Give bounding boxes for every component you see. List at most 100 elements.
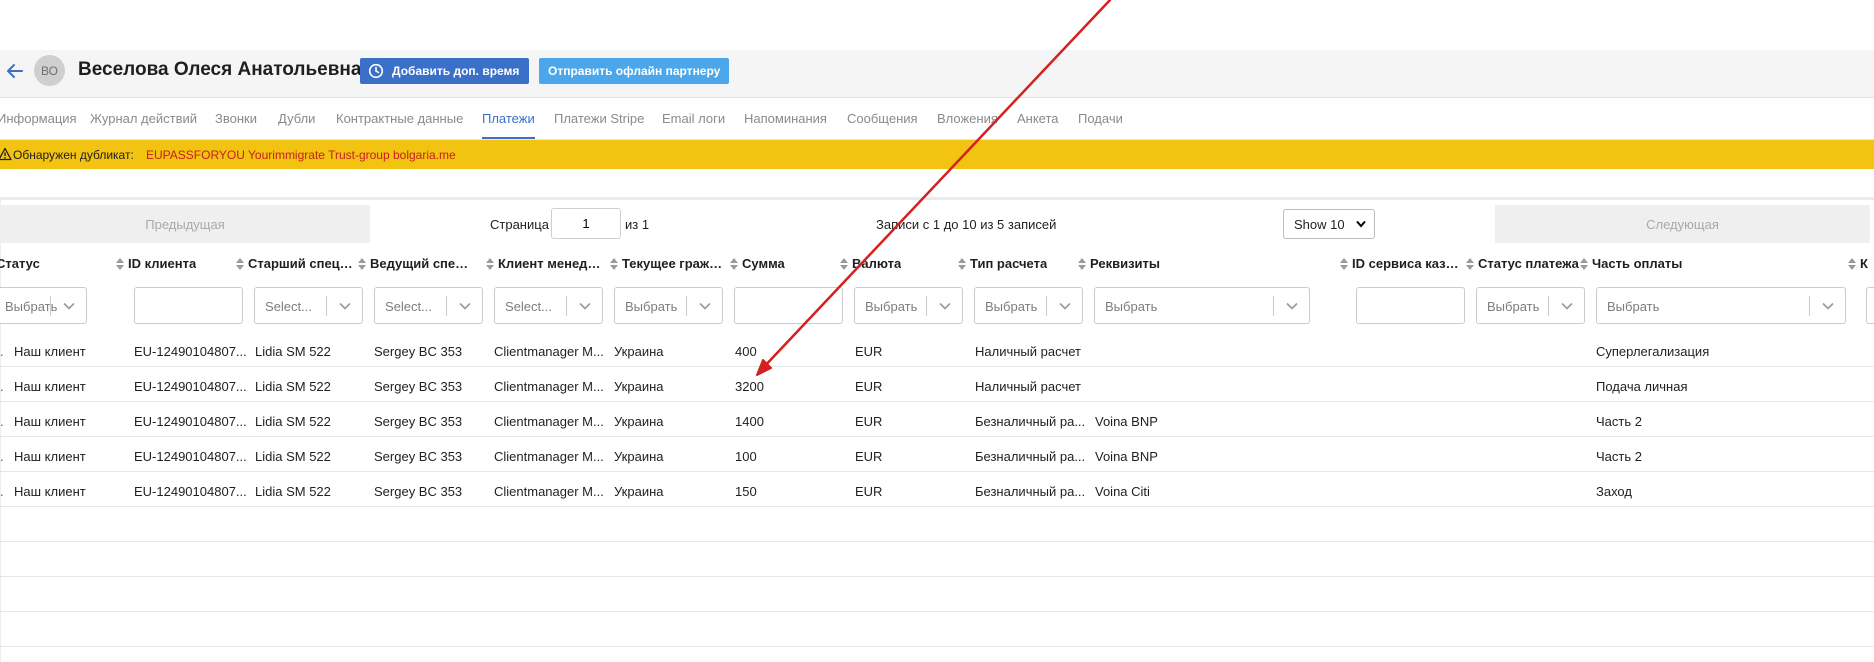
table-row[interactable]: . Наш клиент EU-12490104807... Lidia SM 522… xyxy=(0,367,1874,402)
column-header-amount[interactable]: Сумма xyxy=(730,256,838,271)
column-header-label: Ведущий специалист xyxy=(370,256,474,271)
filter-separator xyxy=(1273,296,1274,316)
filter-senior-specialist[interactable]: Select... xyxy=(254,287,363,324)
column-header-citizenship[interactable]: Текущее гражданство xyxy=(610,256,728,271)
column-header-currency[interactable]: Валюта xyxy=(840,256,958,271)
filter-amount[interactable] xyxy=(734,287,843,324)
sort-icon[interactable] xyxy=(840,257,848,270)
cell-amount: 3200 xyxy=(735,379,764,394)
cell-payment-type: Наличный расчет xyxy=(975,379,1081,394)
send-offline-button[interactable]: Отправить офлайн партнеру xyxy=(539,58,730,84)
column-header-payment-type[interactable]: Тип расчета xyxy=(958,256,1076,271)
table-row[interactable]: . Наш клиент EU-12490104807... Lidia SM 522… xyxy=(0,332,1874,367)
tab-questionnaire[interactable]: Анкета xyxy=(1017,111,1059,126)
previous-page-button[interactable]: Предыдущая xyxy=(0,205,370,243)
tab-attachments[interactable]: Вложения xyxy=(937,111,998,126)
filter-client-id[interactable] xyxy=(134,287,243,324)
filter-payment-part[interactable]: Выбрать xyxy=(1596,287,1846,324)
filter-placeholder: Выбрать xyxy=(865,299,918,314)
column-header-client-id[interactable]: ID клиента xyxy=(116,256,224,271)
tab-stripe-payments[interactable]: Платежи Stripe xyxy=(554,111,644,126)
filter-separator xyxy=(1046,296,1047,316)
cell-client-id: EU-12490104807... xyxy=(134,379,247,394)
duplicate-link[interactable]: EUPASSFORYOU Yourimmigrate Trust-group b… xyxy=(146,148,456,162)
add-time-button[interactable]: Добавить доп. время xyxy=(360,58,530,84)
chevron-down-icon[interactable] xyxy=(699,301,711,311)
sort-icon[interactable] xyxy=(116,257,124,270)
tab-payments[interactable]: Платежи xyxy=(482,111,535,126)
filter-client-manager[interactable]: Select... xyxy=(494,287,603,324)
cell-amount: 1400 xyxy=(735,414,764,429)
filter-status[interactable]: Выбрать xyxy=(0,287,87,324)
column-header-extra[interactable]: К xyxy=(1848,256,1874,271)
filter-citizenship[interactable]: Выбрать xyxy=(614,287,723,324)
chevron-down-icon[interactable] xyxy=(459,301,471,311)
sort-icon[interactable] xyxy=(610,257,618,270)
tab-messages[interactable]: Сообщения xyxy=(847,111,918,126)
filter-payment-type[interactable]: Выбрать xyxy=(974,287,1083,324)
cell-manager: Clientmanager M... xyxy=(494,379,604,394)
filter-currency[interactable]: Выбрать xyxy=(854,287,963,324)
sort-icon[interactable] xyxy=(1848,257,1856,270)
filter-placeholder: Выбрать xyxy=(1607,299,1660,314)
tab-info[interactable]: Информация xyxy=(0,111,77,126)
column-header-label: Статус xyxy=(0,256,40,271)
tab-action-log[interactable]: Журнал действий xyxy=(90,111,197,126)
sort-icon[interactable] xyxy=(1078,257,1086,270)
sort-icon[interactable] xyxy=(1340,257,1348,270)
filter-payment-status[interactable]: Выбрать xyxy=(1476,287,1585,324)
sort-icon[interactable] xyxy=(236,257,244,270)
filter-lead-specialist[interactable]: Select... xyxy=(374,287,483,324)
filter-placeholder: Select... xyxy=(265,299,312,314)
tab-email-logs[interactable]: Email логи xyxy=(662,111,725,126)
chevron-down-icon[interactable] xyxy=(1561,301,1573,311)
chevron-down-icon[interactable] xyxy=(579,301,591,311)
tab-reminders[interactable]: Напоминания xyxy=(744,111,827,126)
sort-icon[interactable] xyxy=(958,257,966,270)
page-size-select[interactable]: Show 10 xyxy=(1283,209,1375,239)
sort-icon[interactable] xyxy=(358,257,366,270)
column-header-payment-status[interactable]: Статус платежа xyxy=(1466,256,1584,271)
column-header-status[interactable]: Статус xyxy=(0,256,108,271)
chevron-down-icon[interactable] xyxy=(1822,301,1834,311)
next-page-button[interactable]: Следующая xyxy=(1495,205,1870,243)
cell-lead: Sergey BC 353 xyxy=(374,484,463,499)
table-row[interactable]: . Наш клиент EU-12490104807... Lidia SM 522… xyxy=(0,402,1874,437)
sort-icon[interactable] xyxy=(486,257,494,270)
column-header-payment-part[interactable]: Часть оплаты xyxy=(1580,256,1842,271)
table-row[interactable]: . Наш клиент EU-12490104807... Lidia SM 522… xyxy=(0,472,1874,507)
chevron-down-icon[interactable] xyxy=(1059,301,1071,311)
warning-icon xyxy=(0,147,12,161)
column-header-senior-specialist[interactable]: Старший специалист xyxy=(236,256,356,271)
column-header-requisites[interactable]: Реквизиты xyxy=(1078,256,1340,271)
arrow-left-icon[interactable] xyxy=(4,60,26,82)
filter-treasury-id[interactable] xyxy=(1356,287,1465,324)
chevron-down-icon[interactable] xyxy=(339,301,351,311)
sort-icon[interactable] xyxy=(1466,257,1474,270)
sort-icon[interactable] xyxy=(1580,257,1588,270)
page-number-input[interactable] xyxy=(551,208,621,239)
table-row[interactable]: . Наш клиент EU-12490104807... Lidia SM 522… xyxy=(0,437,1874,472)
tab-calls[interactable]: Звонки xyxy=(215,111,257,126)
tab-contract-data[interactable]: Контрактные данные xyxy=(336,111,463,126)
active-tab-underline xyxy=(482,137,535,139)
cell-payment-type: Безналичный ра... xyxy=(975,414,1085,429)
chevron-down-icon[interactable] xyxy=(63,301,75,311)
app-root: ВО Веселова Олеся Анатольевна Добавить д… xyxy=(0,0,1874,662)
chevron-down-icon[interactable] xyxy=(1286,301,1298,311)
row-marker: . xyxy=(0,414,4,429)
filter-requisites[interactable]: Выбрать xyxy=(1094,287,1310,324)
cell-lead: Sergey BC 353 xyxy=(374,379,463,394)
chevron-down-icon[interactable] xyxy=(939,301,951,311)
tab-submissions[interactable]: Подачи xyxy=(1078,111,1123,126)
cell-amount: 400 xyxy=(735,344,757,359)
filter-separator xyxy=(446,296,447,316)
tab-duplicates[interactable]: Дубли xyxy=(278,111,315,126)
column-header-lead-specialist[interactable]: Ведущий специалист xyxy=(358,256,474,271)
filter-separator xyxy=(1548,296,1549,316)
column-header-treasury-id[interactable]: ID сервиса казначейства xyxy=(1340,256,1462,271)
sort-icon[interactable] xyxy=(730,257,738,270)
filter-extra[interactable] xyxy=(1866,287,1874,324)
empty-table-row xyxy=(0,577,1874,612)
column-header-client-manager[interactable]: Клиент менеджер xyxy=(486,256,604,271)
